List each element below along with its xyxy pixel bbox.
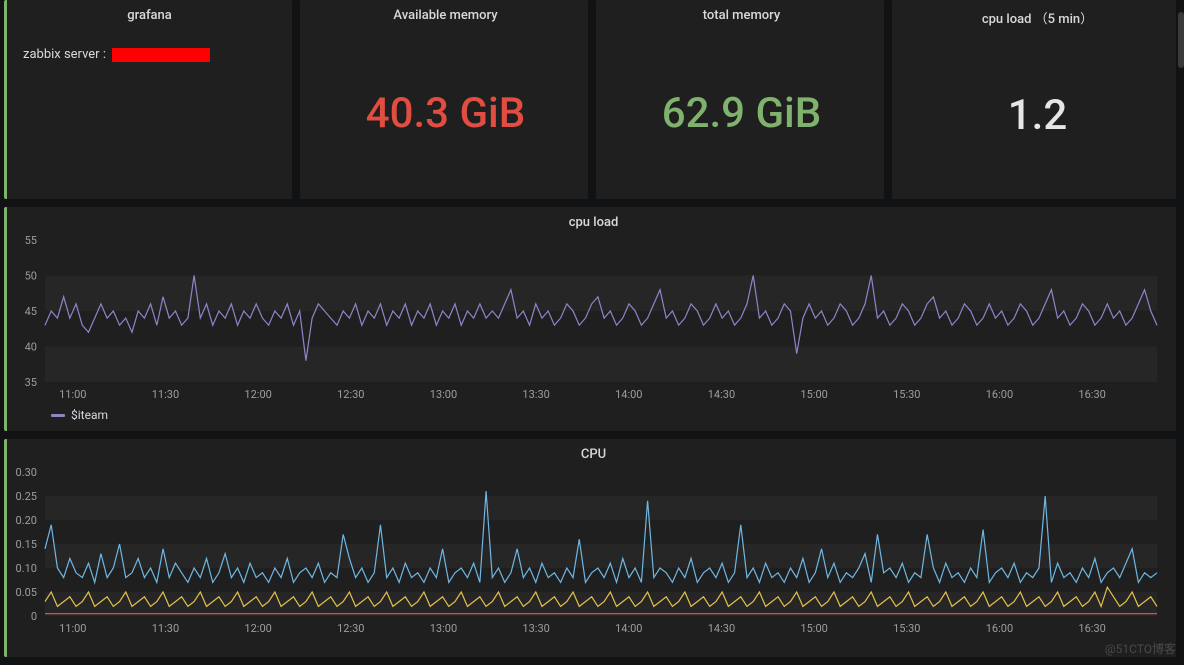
legend-item[interactable]: $iteam <box>51 408 108 422</box>
chart-legend: $iteam <box>7 404 1180 428</box>
stat-value: 40.3 GiB <box>303 27 588 199</box>
panel-total-memory[interactable]: total memory 62.9 GiB <box>596 0 884 199</box>
stat-value: 1.2 <box>895 31 1180 199</box>
panel-info[interactable]: grafana zabbix server : <box>4 0 292 199</box>
panel-title: grafana <box>7 0 292 27</box>
svg-text:12:30: 12:30 <box>337 388 364 401</box>
svg-text:13:30: 13:30 <box>522 622 549 635</box>
panel-available-memory[interactable]: Available memory 40.3 GiB <box>300 0 588 199</box>
panel-title: cpu load （5 min） <box>895 0 1180 31</box>
svg-text:55: 55 <box>25 234 37 247</box>
svg-text:0.05: 0.05 <box>16 586 37 599</box>
panel-title: total memory <box>599 0 884 27</box>
svg-text:12:30: 12:30 <box>337 622 364 635</box>
svg-text:35: 35 <box>25 376 37 389</box>
svg-text:13:00: 13:00 <box>430 388 457 401</box>
svg-text:0.25: 0.25 <box>16 490 37 503</box>
svg-text:16:30: 16:30 <box>1078 388 1105 401</box>
scrollbar[interactable] <box>1176 0 1184 665</box>
svg-text:16:30: 16:30 <box>1078 622 1105 635</box>
legend-label: $iteam <box>71 408 108 422</box>
svg-text:15:00: 15:00 <box>800 388 827 401</box>
panel-title: CPU <box>7 439 1180 466</box>
svg-text:0.10: 0.10 <box>16 562 37 575</box>
svg-text:50: 50 <box>25 270 37 283</box>
svg-text:11:30: 11:30 <box>152 388 179 401</box>
svg-text:14:30: 14:30 <box>708 388 735 401</box>
svg-text:11:30: 11:30 <box>152 622 179 635</box>
svg-text:15:00: 15:00 <box>800 622 827 635</box>
svg-text:0: 0 <box>31 610 37 623</box>
zabbix-label: zabbix server : <box>23 47 106 62</box>
panel-title: Available memory <box>303 0 588 27</box>
svg-text:0.30: 0.30 <box>16 466 37 479</box>
svg-text:16:00: 16:00 <box>986 388 1013 401</box>
svg-text:16:00: 16:00 <box>986 622 1013 635</box>
scrollbar-thumb[interactable] <box>1178 12 1184 68</box>
stat-value: 62.9 GiB <box>599 27 884 199</box>
panel-title: cpu load <box>7 207 1180 234</box>
svg-text:12:00: 12:00 <box>244 388 271 401</box>
svg-text:15:30: 15:30 <box>893 388 920 401</box>
svg-text:11:00: 11:00 <box>59 388 86 401</box>
chart-cpu[interactable]: 0 0.05 0.10 0.15 0.20 0.25 0.30 11:00 11:30 12:00… <box>7 466 1180 638</box>
svg-text:0.15: 0.15 <box>16 538 37 551</box>
redacted-value <box>112 48 210 62</box>
svg-text:13:00: 13:00 <box>430 622 457 635</box>
svg-text:14:30: 14:30 <box>708 622 735 635</box>
svg-text:15:30: 15:30 <box>893 622 920 635</box>
svg-text:45: 45 <box>25 305 37 318</box>
chart-cpu-load[interactable]: 35 40 45 50 55 11:00 11:30 12:00 12:30 13:00 13:30… <box>7 234 1180 404</box>
svg-text:14:00: 14:00 <box>615 622 642 635</box>
svg-text:12:00: 12:00 <box>244 622 271 635</box>
panel-cpu-load-chart[interactable]: cpu load 35 40 45 50 55 11:00 11:30 12:00 12:30 1… <box>4 207 1180 431</box>
svg-text:40: 40 <box>25 341 37 354</box>
legend-swatch <box>51 414 65 417</box>
svg-text:14:00: 14:00 <box>615 388 642 401</box>
svg-text:13:30: 13:30 <box>522 388 549 401</box>
svg-text:11:00: 11:00 <box>59 622 86 635</box>
panel-cpu-chart[interactable]: CPU 0 0.05 0.10 0.15 0.20 0.25 0.30 11:00 11:30 1… <box>4 439 1180 657</box>
panel-cpu-5min[interactable]: cpu load （5 min） 1.2 <box>892 0 1180 199</box>
svg-text:0.20: 0.20 <box>16 514 37 527</box>
